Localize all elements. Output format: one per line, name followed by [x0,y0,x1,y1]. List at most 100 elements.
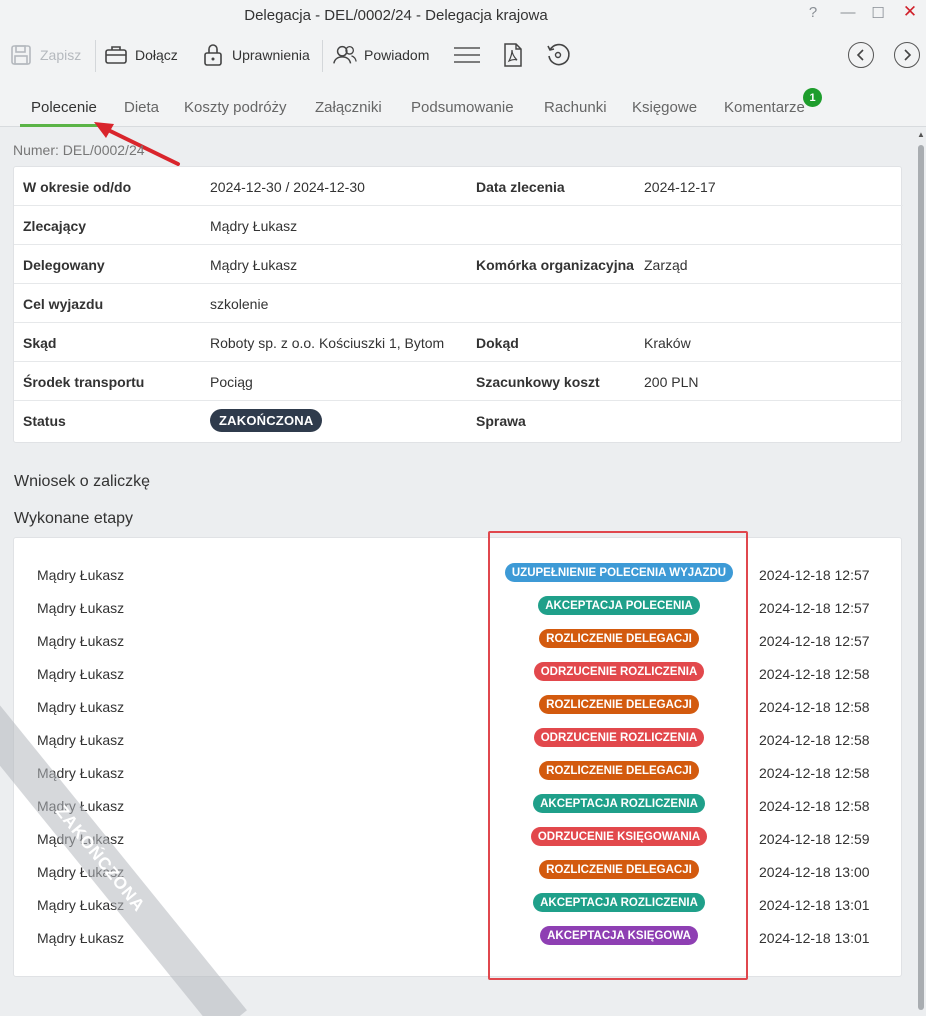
pdf-button[interactable] [500,40,526,70]
tab-ksiegowe[interactable]: Księgowe [632,99,697,116]
attach-label: Dołącz [135,47,178,63]
stage-date: 2024-12-18 12:58 [759,765,870,781]
stage-user: Mądry Łukasz [37,633,125,649]
details-row: Status ZAKOŃCZONA Sprawa [14,401,903,440]
scrollbar-thumb[interactable] [918,145,924,1010]
stage-row: Mądry Łukasz ROZLICZENIE DELEGACJI 2024-12… [14,856,903,889]
stage-row: Mądry Łukasz ODRZUCENIE ROZLICZENIA 2024-1… [14,724,903,757]
stage-user: Mądry Łukasz [37,567,125,583]
to-label: Dokąd [476,335,519,351]
save-button[interactable]: Zapisz [8,40,81,70]
stage-row: Mądry Łukasz AKCEPTACJA ROZLICZENIA 2024-1… [14,889,903,922]
stage-date: 2024-12-18 12:59 [759,831,870,847]
toolbar: Zapisz Dołącz Uprawnienia Powiadom [0,30,926,82]
stage-user: Mądry Łukasz [37,930,125,946]
delegate-value: Mądry Łukasz [210,257,298,273]
stage-date: 2024-12-18 12:57 [759,600,870,616]
purpose-value: szkolenie [210,296,269,312]
details-row: Skąd Roboty sp. z o.o. Kościuszki 1, Byt… [14,323,903,362]
orderer-value: Mądry Łukasz [210,218,298,234]
lock-icon [200,42,226,68]
details-row: Cel wyjazdu szkolenie [14,284,903,323]
purpose-label: Cel wyjazdu [23,296,104,312]
stage-date: 2024-12-18 13:00 [759,864,870,880]
stage-row: Mądry Łukasz ODRZUCENIE KSIĘGOWANIA 2024-1… [14,823,903,856]
stage-user: Mądry Łukasz [37,732,125,748]
document-number: Numer: DEL/0002/24 [13,142,145,158]
delegate-label: Delegowany [23,257,105,273]
stage-user: Mądry Łukasz [37,699,125,715]
from-label: Skąd [23,335,57,351]
advance-section-title[interactable]: Wniosek o zaliczkę [14,473,150,491]
stage-date: 2024-12-18 12:58 [759,699,870,715]
toolbar-divider [322,40,323,72]
unit-label: Komórka organizacyjna [476,257,634,273]
scroll-up-icon[interactable]: ▲ [917,130,925,139]
stages-list: Mądry Łukasz UZUPEŁNIENIE POLECENIA WYJAZ… [13,537,902,977]
stage-date: 2024-12-18 12:57 [759,567,870,583]
stage-row: Mądry Łukasz ROZLICZENIE DELEGACJI 2024-12… [14,757,903,790]
stage-user: Mądry Łukasz [37,831,125,847]
stage-user: Mądry Łukasz [37,600,125,616]
transport-label: Środek transportu [23,374,145,390]
briefcase-icon [103,42,129,68]
order-date-value: 2024-12-17 [644,179,716,195]
menu-button[interactable] [453,40,481,70]
attach-button[interactable]: Dołącz [103,40,178,70]
cost-label: Szacunkowy koszt [476,374,600,390]
details-row: Środek transportu Pociąg Szacunkowy kosz… [14,362,903,401]
save-label: Zapisz [40,47,82,63]
maximize-button[interactable]: ☐ [868,4,888,22]
minimize-button[interactable]: — [838,4,858,21]
notify-button[interactable]: Powiadom [332,40,429,70]
stage-date: 2024-12-18 12:57 [759,633,870,649]
stage-user: Mądry Łukasz [37,765,125,781]
tab-rachunki[interactable]: Rachunki [544,99,607,116]
stage-user: Mądry Łukasz [37,864,125,880]
period-value: 2024-12-30 / 2024-12-30 [210,179,365,195]
tab-koszty-podrozy[interactable]: Koszty podróży [184,99,287,116]
toolbar-divider [95,40,96,72]
close-button[interactable]: ✕ [900,2,920,22]
tab-dieta[interactable]: Dieta [124,99,159,116]
permissions-button[interactable]: Uprawnienia [200,40,310,70]
from-value: Roboty sp. z o.o. Kościuszki 1, Bytom [210,335,445,351]
stage-user: Mądry Łukasz [37,666,125,682]
permissions-label: Uprawnienia [232,47,310,63]
stage-user: Mądry Łukasz [37,897,125,913]
tab-polecenie[interactable]: Polecenie [31,99,97,116]
previous-button[interactable] [848,42,874,68]
next-button[interactable] [894,42,920,68]
orderer-label: Zlecający [23,218,87,234]
details-row: Delegowany Mądry Łukasz Komórka organiza… [14,245,903,284]
details-card: W okresie od/do 2024-12-30 / 2024-12-30 … [13,166,903,443]
status-label: Status [23,413,66,429]
stage-user: Mądry Łukasz [37,798,125,814]
window-title: Delegacja - DEL/0002/24 - Delegacja kraj… [244,7,548,24]
stage-date: 2024-12-18 13:01 [759,897,870,913]
to-value: Kraków [644,335,691,351]
order-date-label: Data zlecenia [476,179,565,195]
comments-count-badge: 1 [803,88,822,107]
transport-value: Pociąg [210,374,253,390]
hamburger-icon [453,42,481,68]
case-label: Sprawa [476,413,526,429]
period-label: W okresie od/do [23,179,132,195]
stage-row: Mądry Łukasz AKCEPTACJA KSIĘGOWA 2024-12-1… [14,922,903,955]
stage-date: 2024-12-18 12:58 [759,798,870,814]
unit-value: Zarząd [644,257,688,273]
status-badge: ZAKOŃCZONA [210,409,323,432]
tab-komentarze[interactable]: Komentarze [724,99,805,116]
save-icon [8,42,34,68]
stage-row: Mądry Łukasz AKCEPTACJA POLECENIA 2024-12-… [14,592,903,625]
history-icon [545,42,571,68]
stage-row: Mądry Łukasz UZUPEŁNIENIE POLECENIA WYJAZ… [14,559,903,592]
history-button[interactable] [545,40,571,70]
stages-section-title: Wykonane etapy [14,510,134,527]
tab-zalaczniki[interactable]: Załączniki [315,99,382,116]
help-icon[interactable]: ? [803,4,823,21]
tab-podsumowanie[interactable]: Podsumowanie [411,99,514,116]
cost-value: 200 PLN [644,374,699,390]
users-icon [332,42,358,68]
stage-row: Mądry Łukasz ODRZUCENIE ROZLICZENIA 2024-1… [14,658,903,691]
